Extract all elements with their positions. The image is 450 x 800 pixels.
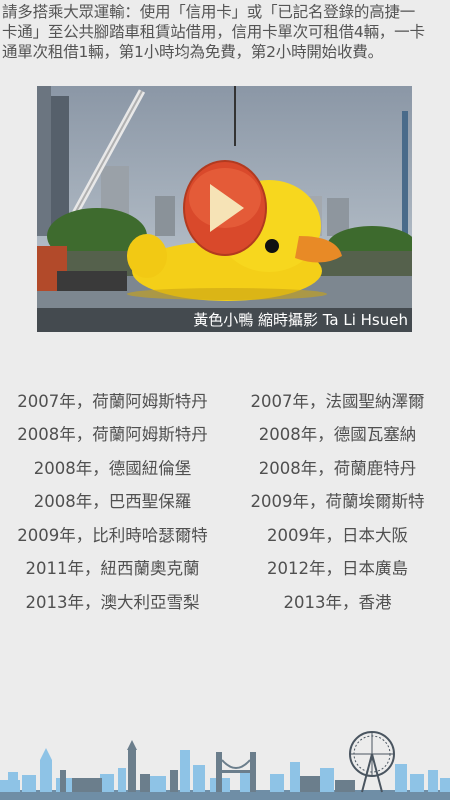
tour-list: 2007年，荷蘭阿姆斯特丹 2007年，法國聖納澤爾 2008年，荷蘭阿姆斯特丹… bbox=[0, 383, 450, 618]
tour-left-5: 2009年，比利時哈瑟爾特 bbox=[17, 525, 208, 545]
list-item: 2007年，荷蘭阿姆斯特丹 2007年，法國聖納澤爾 bbox=[0, 383, 450, 417]
list-item: 2013年，澳大利亞雪梨 2013年，香港 bbox=[0, 584, 450, 618]
tour-right-6: 2012年，日本廣島 bbox=[267, 559, 408, 579]
tour-left-6: 2011年，紐西蘭奧克蘭 bbox=[25, 559, 200, 579]
intro-line-2: 卡通」至公共腳踏車租賃站借用，信用卡單次可租借4輛，一卡 bbox=[2, 23, 425, 41]
intro-line-1: 請多搭乘大眾運輸：使用「信用卡」或「已記名登錄的高捷一 bbox=[2, 3, 416, 21]
list-item: 2011年，紐西蘭奧克蘭 2012年，日本廣島 bbox=[0, 551, 450, 585]
skyline-illustration bbox=[0, 731, 450, 800]
play-button[interactable] bbox=[182, 158, 268, 256]
tour-left-7: 2013年，澳大利亞雪梨 bbox=[25, 592, 200, 612]
city-skyline-footer bbox=[0, 730, 450, 800]
list-item: 2008年，德國紐倫堡 2008年，荷蘭鹿特丹 bbox=[0, 450, 450, 484]
intro-paragraph: 請多搭乘大眾運輸：使用「信用卡」或「已記名登錄的高捷一 卡通」至公共腳踏車租賃站… bbox=[0, 0, 450, 62]
intro-line-3: 通單次租借1輛，第1小時均為免費，第2小時開始收費。 bbox=[2, 43, 383, 61]
video-caption: 黃色小鴨 縮時攝影 Ta Li Hsueh bbox=[37, 308, 412, 332]
tour-right-1: 2007年，法國聖納澤爾 bbox=[250, 391, 425, 411]
tour-left-2: 2008年，荷蘭阿姆斯特丹 bbox=[17, 425, 208, 445]
list-item: 2008年，巴西聖保羅 2009年，荷蘭埃爾斯特 bbox=[0, 484, 450, 518]
tour-right-4: 2009年，荷蘭埃爾斯特 bbox=[250, 492, 425, 512]
list-item: 2008年，荷蘭阿姆斯特丹 2008年，德國瓦塞納 bbox=[0, 417, 450, 451]
tour-left-4: 2008年，巴西聖保羅 bbox=[33, 492, 192, 512]
tour-right-7: 2013年，香港 bbox=[283, 592, 392, 612]
tour-left-3: 2008年，德國紐倫堡 bbox=[33, 458, 192, 478]
play-icon bbox=[183, 160, 267, 256]
tour-left-1: 2007年，荷蘭阿姆斯特丹 bbox=[17, 391, 208, 411]
ferris-wheel bbox=[349, 731, 395, 793]
tour-right-2: 2008年，德國瓦塞納 bbox=[258, 425, 417, 445]
tour-right-3: 2008年，荷蘭鹿特丹 bbox=[258, 458, 417, 478]
tour-right-5: 2009年，日本大阪 bbox=[267, 525, 408, 545]
list-item: 2009年，比利時哈瑟爾特 2009年，日本大阪 bbox=[0, 517, 450, 551]
video-thumbnail[interactable]: 黃色小鴨 縮時攝影 Ta Li Hsueh bbox=[37, 86, 412, 332]
